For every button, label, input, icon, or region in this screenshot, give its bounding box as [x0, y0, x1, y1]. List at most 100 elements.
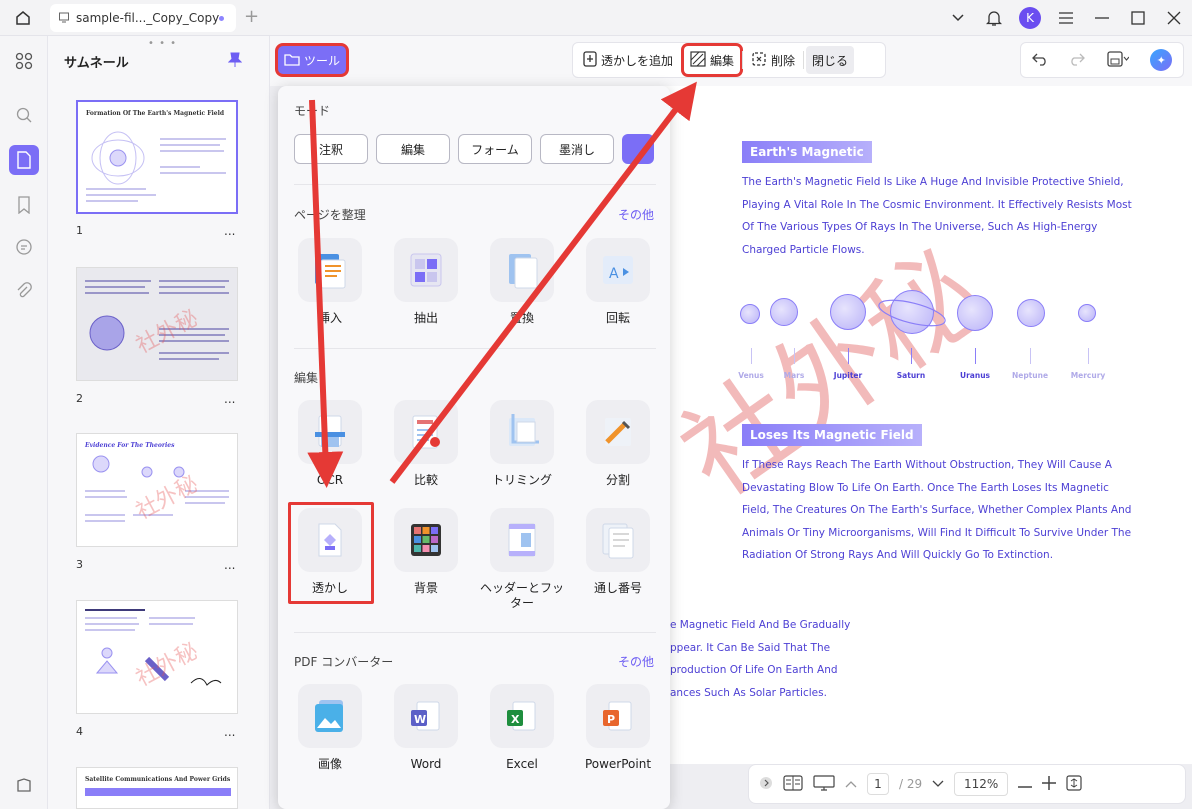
attachment-icon[interactable] [9, 276, 39, 306]
search-icon[interactable] [9, 100, 39, 130]
close-window-icon[interactable] [1156, 0, 1192, 36]
background-tile[interactable]: 背景 [381, 508, 471, 596]
split-tile[interactable]: 分割 [573, 400, 663, 488]
insert-page-tile[interactable]: 挿入 [285, 238, 375, 326]
edit-watermark-button[interactable]: 編集 [684, 46, 740, 74]
text-line: Radiation Of Strong Rays And Will Quickl… [742, 549, 1054, 561]
thumbnail-page-3[interactable]: Evidence For The Theories 社外秘 [76, 433, 238, 547]
thumbnail-page-2[interactable]: 社外秘 [76, 267, 238, 381]
chevron-down-icon[interactable] [940, 0, 976, 36]
page-up-icon[interactable] [845, 777, 857, 791]
mode-edit-button[interactable]: 編集 [376, 134, 450, 164]
tile-label: OCR [316, 473, 344, 487]
thumbnail-page-1[interactable]: Formation Of The Earth's Magnetic Field [76, 100, 238, 214]
header-footer-tile[interactable]: ヘッダーとフッター [477, 508, 567, 611]
zoom-in-icon[interactable] [1042, 775, 1057, 793]
organize-more-link[interactable]: その他 [618, 206, 654, 223]
edit-section-title: 編集 [294, 371, 319, 385]
page-layout-icon[interactable] [783, 774, 803, 794]
convert-powerpoint-tile[interactable]: P PowerPoint [573, 684, 663, 772]
save-icon[interactable] [1107, 50, 1130, 70]
converter-more-link[interactable]: その他 [618, 653, 654, 670]
planet-label: Neptune [1011, 371, 1049, 380]
text-line: If These Rays Reach The Earth Without Ob… [742, 459, 1112, 471]
convert-image-tile[interactable]: 画像 [285, 684, 375, 772]
thumbnail-page-icon[interactable] [9, 145, 39, 175]
current-page-input[interactable]: 1 [867, 773, 889, 795]
presentation-icon[interactable] [813, 774, 835, 794]
panel-drag-handle[interactable]: • • • [148, 38, 177, 49]
paragraph: The Earth's Magnetic Field Is Like A Hug… [742, 171, 1132, 261]
planet-tick [975, 348, 976, 364]
grid-icon[interactable] [9, 46, 39, 76]
mode-form-button[interactable]: フォーム [458, 134, 532, 164]
menu-icon[interactable] [1048, 0, 1084, 36]
convert-word-tile[interactable]: W Word [381, 684, 471, 772]
zoom-level[interactable]: 112% [954, 772, 1009, 796]
new-tab-button[interactable]: + [244, 6, 259, 27]
ocr-icon [298, 400, 362, 464]
text-line: Devastating Blow To Life On Earth. Once … [742, 481, 1109, 494]
thumbnail-more-button[interactable]: ... [224, 224, 235, 238]
paragraph: If These Rays Reach The Earth Without Ob… [742, 454, 1131, 567]
comment-icon[interactable] [9, 232, 39, 262]
mode-section-title: モード [294, 104, 331, 118]
bates-number-tile[interactable]: 通し番号 [573, 508, 663, 596]
compare-tile[interactable]: 比較 [381, 400, 471, 488]
planet-mercury [1078, 304, 1096, 322]
document-tab[interactable]: sample-fil..._Copy_Copy [50, 4, 236, 32]
edit-pattern-icon [690, 50, 706, 70]
zoom-out-icon[interactable] [1018, 777, 1033, 791]
theme-icon[interactable] [9, 770, 39, 800]
tile-label: Word [410, 757, 442, 771]
tool-button[interactable]: ツール [278, 46, 346, 74]
bell-icon[interactable] [976, 0, 1012, 36]
divider [803, 51, 805, 69]
pin-icon[interactable] [227, 52, 243, 72]
divider [742, 51, 744, 69]
svg-text:A: A [609, 266, 619, 282]
thumbnail-panel: • • • サムネール Formation Of The Earth's Mag… [48, 36, 270, 809]
thumbnail-more-button[interactable]: ... [224, 392, 235, 406]
tile-label: 置換 [509, 311, 534, 325]
thumbnail-more-button[interactable]: ... [224, 725, 235, 739]
home-icon[interactable] [10, 6, 36, 30]
minimize-icon[interactable] [1084, 0, 1120, 36]
thumbnail-page-5[interactable]: Satellite Communications And Power Grids [76, 767, 238, 809]
ai-assistant-icon[interactable]: ✦ [1150, 49, 1173, 71]
svg-text:W: W [414, 713, 426, 726]
text-line: production Of Life On Earth And [670, 664, 838, 676]
mode-annotation-button[interactable]: 注釈 [294, 134, 368, 164]
fit-page-icon[interactable] [1066, 774, 1082, 794]
close-watermark-button[interactable]: 閉じる [806, 46, 855, 74]
tile-label: 通し番号 [593, 581, 642, 595]
delete-watermark-button[interactable]: 削除 [745, 46, 801, 74]
divider [681, 51, 683, 69]
bookmark-icon[interactable] [9, 190, 39, 220]
replace-page-tile[interactable]: 置換 [477, 238, 567, 326]
thumbnail-more-button[interactable]: ... [224, 558, 235, 572]
saturn-ring [878, 299, 946, 327]
page-down-icon[interactable] [932, 777, 944, 791]
undo-icon[interactable] [1031, 52, 1048, 69]
rotate-page-tile[interactable]: A 回転 [573, 238, 663, 326]
user-avatar[interactable]: K [1012, 0, 1048, 36]
mode-redact-button[interactable]: 墨消し [540, 134, 614, 164]
planet-venus [740, 304, 760, 324]
organize-section-title: ページを整理 [294, 208, 366, 222]
thumbnail-page-number: 4 [76, 725, 83, 738]
convert-excel-tile[interactable]: X Excel [477, 684, 567, 772]
thumbnail-diagram [91, 131, 145, 185]
mode-more-button[interactable] [622, 134, 654, 164]
tile-label: 分割 [605, 473, 630, 487]
crop-tile[interactable]: トリミング [477, 400, 567, 488]
ocr-tile[interactable]: OCR [285, 400, 375, 488]
text-line: Charged Particle Flows. [742, 243, 865, 256]
background-icon [394, 508, 458, 572]
add-watermark-button[interactable]: 透かしを追加 [577, 46, 679, 74]
collapse-icon[interactable] [759, 776, 773, 793]
redo-icon[interactable] [1069, 52, 1086, 69]
thumbnail-page-4[interactable]: 社外秘 [76, 600, 238, 714]
extract-page-tile[interactable]: 抽出 [381, 238, 471, 326]
maximize-icon[interactable] [1120, 0, 1156, 36]
